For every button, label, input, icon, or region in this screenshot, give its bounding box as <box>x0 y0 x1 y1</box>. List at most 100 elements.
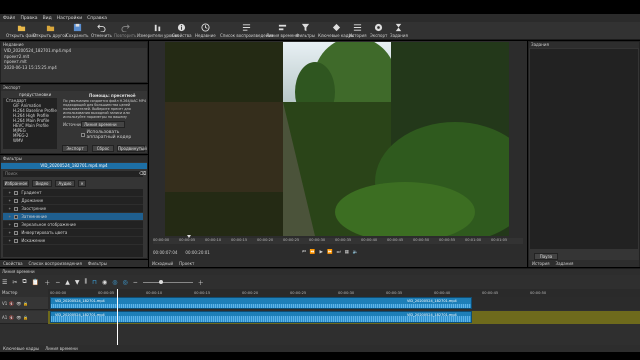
undo-button[interactable]: Отменить <box>91 23 112 39</box>
audio-clip[interactable]: VID_20200524_182701.mp4 VID_20200524_182… <box>50 311 472 323</box>
menu-settings[interactable]: Настройки <box>57 16 82 21</box>
reset-button[interactable]: Сброс <box>92 145 114 152</box>
add-icon[interactable]: ＋ <box>44 278 50 287</box>
save-button[interactable]: Сохранить <box>66 23 89 39</box>
recent-button[interactable]: Недавние <box>195 23 216 39</box>
open-other-button[interactable]: Открыть другой <box>33 23 67 39</box>
lift-icon[interactable]: ▲ <box>65 279 70 286</box>
tab-jobs[interactable]: Задания <box>556 261 574 266</box>
filter-checkbox <box>14 222 19 227</box>
filters-button[interactable]: Фильтры <box>296 23 315 39</box>
fast-forward-icon[interactable]: ⏩ <box>327 250 333 255</box>
tab-timeline[interactable]: Линия времени <box>45 346 78 351</box>
recent-item[interactable]: 2020-06-13 15:15:25.mp4 <box>1 65 147 71</box>
playhead-marker[interactable] <box>187 235 191 238</box>
player-ruler[interactable]: 00:00:00 00:00:05 00:00:10 00:00:15 00:0… <box>153 235 523 244</box>
export-header: Экспорт <box>1 85 147 91</box>
timeline-toolbar: ☰ ✂ ⧉ 📋 ＋ − ▲ ▼ ⫼ ⊓ ◉ ◎ ◎ − ＋ <box>2 277 262 287</box>
tab-filters[interactable]: Фильтры <box>88 261 107 266</box>
skip-end-icon[interactable]: ⏭ <box>337 249 341 255</box>
export-icon <box>375 23 383 32</box>
track-header-v1[interactable]: V1 🔇 👁 🔒 <box>0 297 48 310</box>
hide-icon[interactable]: 👁 <box>16 301 21 306</box>
open-file-button[interactable]: Открыть файл <box>6 23 37 39</box>
ruler-tick: 00:00:50 <box>530 291 547 295</box>
timeline-ruler[interactable]: 00:00:00 00:00:05 00:00:10 00:00:15 00:0… <box>48 289 640 297</box>
tab-properties[interactable]: Свойства <box>3 261 23 266</box>
rewind-icon[interactable]: ⏪ <box>310 250 316 255</box>
menu-edit[interactable]: Правка <box>20 16 37 21</box>
volume-icon[interactable]: 🔈 <box>353 250 359 255</box>
zoom-in-icon[interactable]: ＋ <box>198 278 204 287</box>
clear-search-icon[interactable]: ⌫ <box>139 171 146 177</box>
ruler-tick: 00:00:30 <box>338 291 355 295</box>
folder-open-icon <box>17 25 25 32</box>
tab-audio[interactable]: Аудио <box>55 180 75 187</box>
track-header-a1[interactable]: A1 🔇 👁 🔒 <box>0 311 48 324</box>
hw-encoder-row[interactable]: Использовать аппаратный кодер <box>81 130 147 140</box>
menu-icon[interactable]: ☰ <box>2 279 7 286</box>
ripple-all-icon[interactable]: ◎ <box>122 279 127 286</box>
filter-checkbox <box>14 206 19 211</box>
bottom-dock-tabs: Ключевые кадры Линия времени <box>0 345 640 352</box>
tab-project[interactable]: Проект <box>179 261 194 266</box>
filter-item-label: Искажение <box>21 237 46 243</box>
tab-video[interactable]: Видео <box>32 180 52 187</box>
menu-help[interactable]: Справка <box>87 16 107 21</box>
remove-icon[interactable]: − <box>55 279 60 286</box>
pause-button[interactable]: Пауза <box>534 253 558 260</box>
timeline-panel: Линия времени ☰ ✂ ⧉ 📋 ＋ − ▲ ▼ ⫼ ⊓ ◉ ◎ ◎ … <box>0 268 640 352</box>
current-timecode[interactable]: 00:00:07:04 <box>153 250 177 255</box>
ruler-tick: 00:00:35 <box>386 291 403 295</box>
tab-history[interactable]: История <box>532 261 550 266</box>
tab-favorites[interactable]: Избранное <box>3 180 29 187</box>
filter-search-input[interactable]: Поиск <box>3 171 143 177</box>
history-button[interactable]: История <box>349 23 367 39</box>
export-file-button[interactable]: Экспорт <box>62 145 88 152</box>
snap-icon[interactable]: ⊓ <box>92 279 97 286</box>
filter-item-label: Инвертировать цвета <box>21 229 68 235</box>
timeline-playhead[interactable] <box>117 289 118 349</box>
filter-checkbox <box>14 230 19 235</box>
skip-start-icon[interactable]: ⏮ <box>302 249 306 255</box>
tab-playlist[interactable]: Список воспроизведения <box>29 261 82 266</box>
grid-icon[interactable]: ▦ <box>345 250 349 255</box>
mute-icon[interactable]: 🔇 <box>9 315 14 320</box>
ruler-tick: 00:00:05 <box>179 238 196 242</box>
zoom-out-icon[interactable]: − <box>133 279 138 286</box>
tab-source[interactable]: Исходный <box>152 261 173 266</box>
export-button[interactable]: Экспорт <box>370 23 387 39</box>
left-dock-tabs: Свойства Список воспроизведения Фильтры <box>0 260 148 267</box>
menu-view[interactable]: Вид <box>43 16 52 21</box>
ripple-icon[interactable]: ◎ <box>112 279 117 286</box>
video-clip[interactable]: VID_20200524_182701.mp4 VID_20200524_182… <box>50 297 472 309</box>
close-filter-icon[interactable]: ✕ <box>78 180 86 187</box>
filter-item-label: Зеркальное отображение <box>21 221 76 227</box>
advanced-button[interactable]: Продвинутый <box>117 145 147 152</box>
copy-icon[interactable]: ⧉ <box>22 278 26 286</box>
filter-checkbox <box>14 198 19 203</box>
filter-item[interactable]: ✦ Искажение <box>3 237 143 245</box>
ruler-tick: 00:00:55 <box>439 238 456 242</box>
mute-icon[interactable]: 🔇 <box>9 301 14 306</box>
scrub-icon[interactable]: ◉ <box>102 279 107 286</box>
lock-icon[interactable]: 🔒 <box>23 315 28 320</box>
source-select[interactable]: Линия времени <box>81 121 125 128</box>
preset-item[interactable]: WMV <box>3 138 57 143</box>
paste-icon[interactable]: 📋 <box>32 279 39 286</box>
hide-icon[interactable]: 👁 <box>16 315 21 320</box>
tab-keyframes[interactable]: Ключевые кадры <box>3 346 39 351</box>
jobs-icon <box>396 23 402 32</box>
lock-icon[interactable]: 🔒 <box>23 301 28 306</box>
timeline-button[interactable]: Линия времени <box>266 23 299 39</box>
hw-encoder-checkbox[interactable] <box>81 133 85 137</box>
cut-icon[interactable]: ✂ <box>12 279 17 286</box>
split-icon[interactable]: ⫼ <box>85 278 88 286</box>
properties-button[interactable]: Свойства <box>172 23 192 39</box>
overwrite-icon[interactable]: ▼ <box>75 279 80 286</box>
menu-file[interactable]: Файл <box>3 16 15 21</box>
redo-button[interactable]: Повторить <box>114 23 136 39</box>
jobs-button[interactable]: Задания <box>390 23 408 39</box>
play-icon[interactable]: ▶ <box>319 250 322 255</box>
zoom-slider[interactable] <box>142 279 193 284</box>
